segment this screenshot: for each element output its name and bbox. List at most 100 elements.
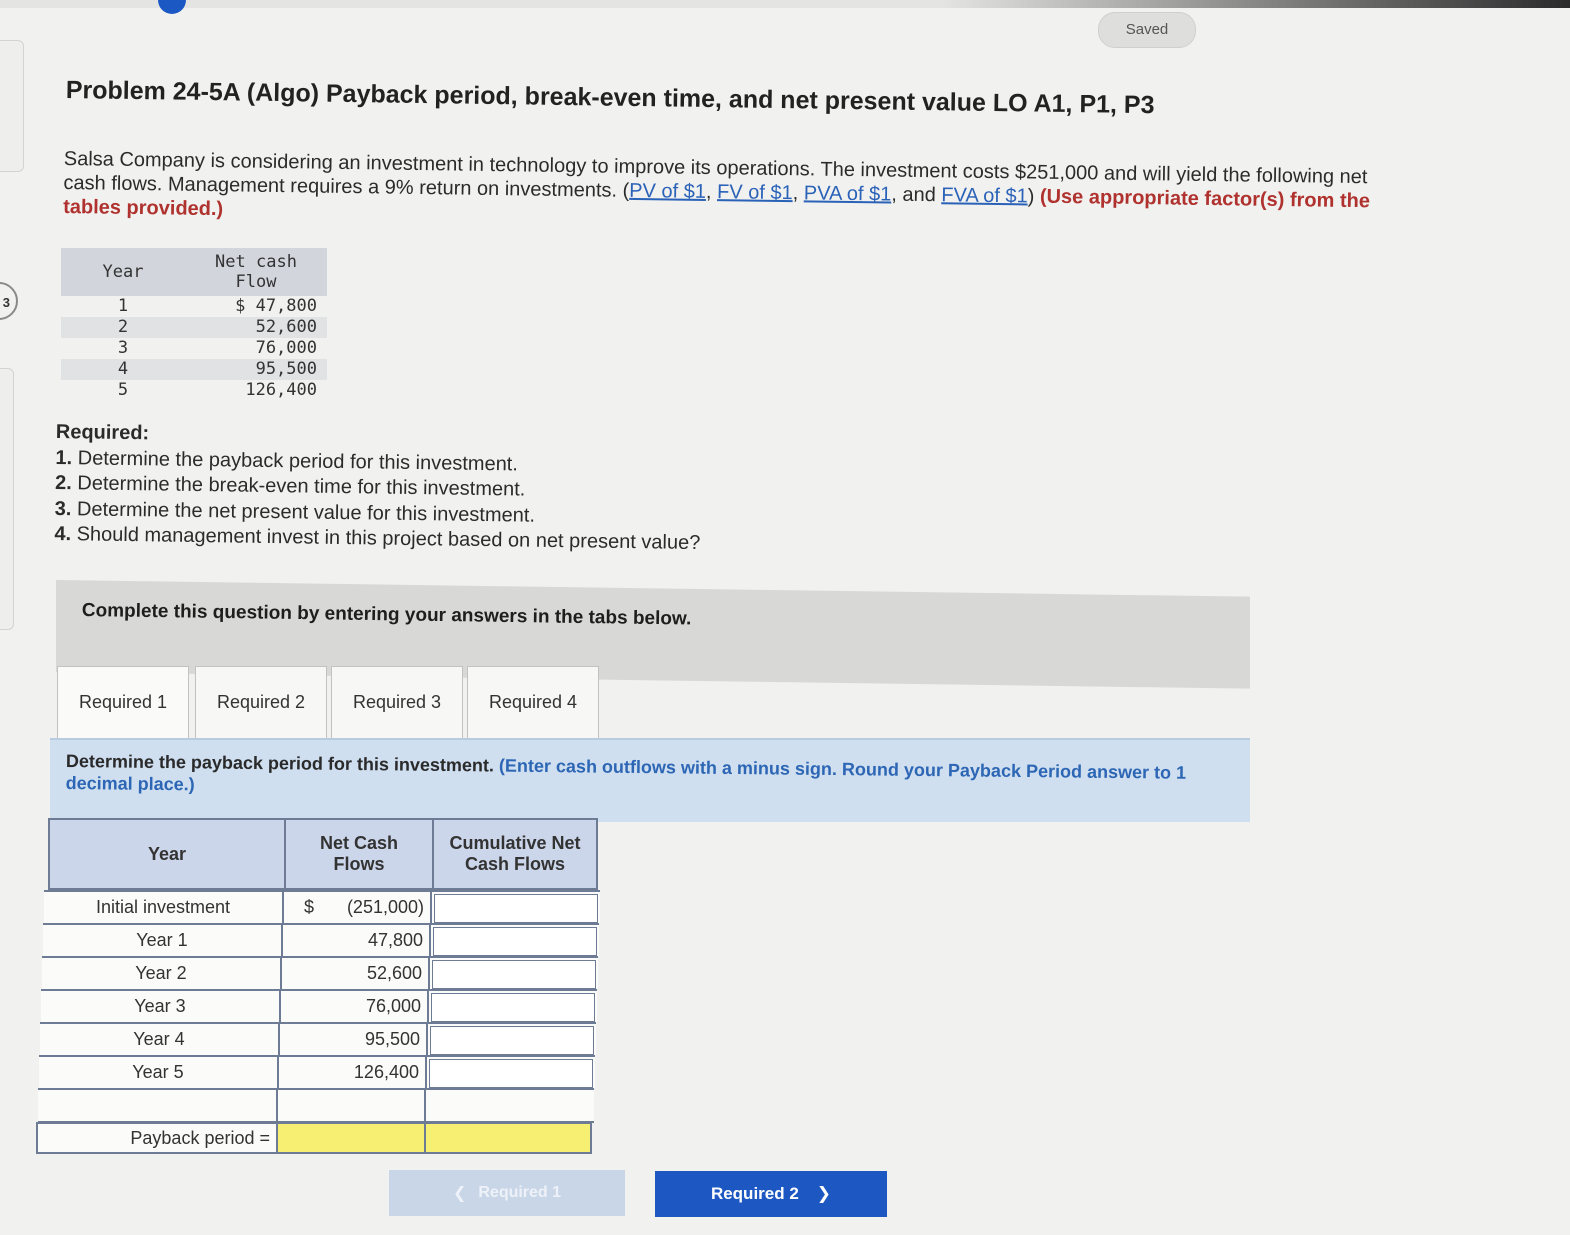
flow-cell: 95,500 xyxy=(185,359,327,380)
net-cash-flow-cell: 47,800 xyxy=(283,925,431,956)
tab-required-2[interactable]: Required 2 xyxy=(195,666,327,740)
required-item-text: Determine the break-even time for this i… xyxy=(71,472,526,501)
net-cash-flow-cell: 95,500 xyxy=(280,1024,428,1055)
link-separator: , and xyxy=(891,183,942,207)
table-row: 1 $ 47,800 xyxy=(61,296,327,317)
cumulative-cell xyxy=(427,1057,595,1088)
problem-intro: Salsa Company is considering an investme… xyxy=(63,147,1384,237)
year-cell: 5 xyxy=(117,380,129,400)
year-cell: 2 xyxy=(61,317,185,338)
net-cash-flows-column-header: Net Cash Flows xyxy=(286,820,434,888)
table-row-blank xyxy=(38,1088,594,1123)
table-row: Year 3 76,000 xyxy=(41,989,597,1022)
table-row: 5 126,400 xyxy=(61,380,327,401)
flow-value: (251,000) xyxy=(346,897,424,917)
payback-period-unit-input[interactable] xyxy=(426,1124,590,1152)
net-cash-flow-cell: 76,000 xyxy=(281,991,429,1022)
year-column-header: Year xyxy=(50,820,286,888)
cumulative-input[interactable] xyxy=(429,1059,593,1088)
tab-required-4[interactable]: Required 4 xyxy=(467,666,599,740)
pv-of-1-link[interactable]: PV of $1 xyxy=(629,180,706,203)
left-panel-edge xyxy=(0,40,24,172)
table-row: 4 95,500 xyxy=(61,359,327,380)
cumulative-input[interactable] xyxy=(430,1026,594,1055)
chevron-right-icon: ❯ xyxy=(816,1184,832,1203)
year-cell: 4 xyxy=(61,359,185,380)
table-row: Initial investment $ (251,000) xyxy=(44,890,600,923)
row-label: Year 5 xyxy=(39,1057,279,1088)
flow-cell: 126,400 xyxy=(245,380,317,400)
flow-value: 126,400 xyxy=(353,1062,419,1082)
cumulative-input[interactable] xyxy=(432,960,596,989)
net-cash-flow-cell: 126,400 xyxy=(279,1057,427,1088)
link-separator: , xyxy=(705,180,718,204)
required-item-text: Determine the payback period for this in… xyxy=(72,446,519,475)
question-step-indicator[interactable]: 3 xyxy=(0,282,18,320)
required-item-number: 4. xyxy=(54,522,72,546)
cumulative-cell xyxy=(428,1024,596,1055)
flow-value: 95,500 xyxy=(364,1029,420,1049)
payback-period-label: Payback period = xyxy=(38,1124,278,1152)
cumulative-cell xyxy=(430,958,598,989)
link-close: ) xyxy=(1027,185,1041,208)
tab-required-3[interactable]: Required 3 xyxy=(331,666,463,740)
blank-cumulative-cell xyxy=(426,1090,594,1121)
cumulative-input[interactable] xyxy=(431,993,595,1022)
previous-required-label: Required 1 xyxy=(478,1184,562,1201)
row-label: Year 2 xyxy=(42,958,282,989)
answer-table-header: Year Net Cash Flows Cumulative Net Cash … xyxy=(48,818,598,890)
cumulative-input[interactable] xyxy=(433,927,597,956)
required-item-text: Determine the net present value for this… xyxy=(71,497,536,527)
flow-value: 76,000 xyxy=(365,996,421,1016)
net-cash-flow-cell: $ (251,000) xyxy=(284,892,432,923)
blank-label-cell xyxy=(38,1090,278,1121)
flow-cell: $ 47,800 xyxy=(235,296,317,316)
chevron-left-icon: ❮ xyxy=(452,1185,467,1202)
tab-required-1[interactable]: Required 1 xyxy=(57,666,189,740)
table-row: Year 5 126,400 xyxy=(39,1055,595,1088)
previous-required-button[interactable]: ❮ Required 1 xyxy=(389,1170,625,1216)
table-row: Year 4 95,500 xyxy=(40,1022,596,1055)
next-required-button[interactable]: Required 2 ❯ xyxy=(655,1171,887,1217)
net-cash-flow-column-header: Net cash Flow xyxy=(185,248,327,296)
required-list: Required: 1. Determine the payback perio… xyxy=(54,420,856,559)
fva-of-1-link[interactable]: FVA of $1 xyxy=(941,184,1028,207)
required-item-number: 3. xyxy=(54,497,72,520)
info-icon[interactable] xyxy=(158,0,186,14)
top-bar xyxy=(0,0,1570,8)
row-label: Year 1 xyxy=(43,925,283,956)
year-column-header: Year xyxy=(61,248,185,296)
year-cell: 3 xyxy=(117,338,129,358)
table-row: 2 52,600 xyxy=(61,317,327,338)
payback-period-input[interactable] xyxy=(278,1124,426,1152)
problem-title: Problem 24-5A (Algo) Payback period, bre… xyxy=(65,76,1155,120)
flow-value: 52,600 xyxy=(366,963,422,983)
pva-of-1-link[interactable]: PVA of $1 xyxy=(804,182,892,205)
flow-cell: 76,000 xyxy=(255,338,317,358)
flow-cell: 52,600 xyxy=(185,317,327,338)
table-row: Year 1 47,800 xyxy=(43,923,599,956)
payback-period-row: Payback period = xyxy=(36,1122,592,1154)
saved-status-badge: Saved xyxy=(1098,12,1196,48)
flow-value: 47,800 xyxy=(367,930,423,950)
required-item-number: 2. xyxy=(54,471,72,495)
cumulative-input[interactable] xyxy=(434,894,598,923)
cumulative-cell xyxy=(429,991,597,1022)
left-panel-edge-lower xyxy=(0,368,14,630)
net-cash-flow-cell: 52,600 xyxy=(282,958,430,989)
required-item-number: 1. xyxy=(55,446,73,469)
net-cash-flow-table: Year Net cash Flow 1 $ 47,800 2 52,600 3 76… xyxy=(61,248,327,401)
cumulative-cell xyxy=(432,892,600,923)
cumulative-net-cash-flows-column-header: Cumulative Net Cash Flows xyxy=(449,833,581,874)
instruction-main: Determine the payback period for this in… xyxy=(65,750,500,776)
link-separator: , xyxy=(792,182,804,205)
table-row: 3 76,000 xyxy=(61,338,327,359)
currency-symbol: $ xyxy=(304,897,315,917)
table-row: Year 2 52,600 xyxy=(42,956,598,989)
row-label: Initial investment xyxy=(44,892,284,923)
next-required-label: Required 2 xyxy=(710,1184,799,1203)
cumulative-cell xyxy=(431,925,599,956)
blank-flow-cell xyxy=(278,1090,426,1121)
year-cell: 1 xyxy=(117,296,129,316)
fv-of-1-link[interactable]: FV of $1 xyxy=(717,181,793,204)
